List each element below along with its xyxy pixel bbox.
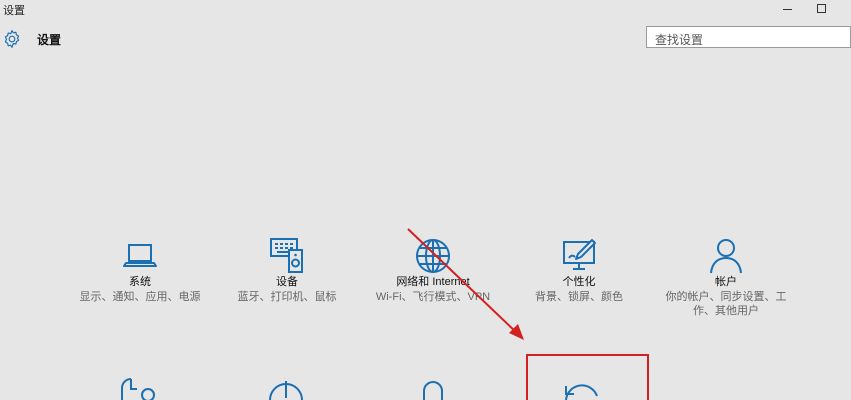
search-input[interactable]: 查找设置 [646,26,851,48]
minimize-icon[interactable] [772,0,802,18]
window-title: 设置 [3,5,25,17]
lower-row [121,378,598,400]
tile-personalization[interactable]: 个性化 背景、锁屏、颜色 [514,236,644,304]
tile-system[interactable]: 系统 显示、通知、应用、电源 [75,236,205,304]
page-title: 设置 [37,33,62,47]
tile-devices-desc: 蓝牙、打印机、鼠标 [237,291,337,303]
time-language-icon[interactable] [121,378,155,400]
title-bar: 设置 [0,0,851,18]
maximize-icon[interactable] [806,0,836,18]
tile-network-desc: Wi-Fi、飞行模式、VPN [375,291,491,303]
tile-devices-label: 设备 [276,276,298,288]
tile-accounts-label: 帐户 [715,276,737,288]
laptop-icon [123,244,157,267]
personalization-icon [563,239,596,270]
tile-personalization-desc: 背景、锁屏、颜色 [535,291,623,303]
tile-network-label: 网络和 Internet [396,276,470,288]
tile-system-desc: 显示、通知、应用、电源 [79,291,201,303]
tile-devices[interactable]: 设备 蓝牙、打印机、鼠标 [222,236,352,304]
annotation-highlight-box [526,354,649,400]
tile-accounts[interactable]: 帐户 你的帐户、同步设置、工作、其他用户 [661,236,791,318]
ease-of-access-icon[interactable] [269,381,303,400]
gear-icon [4,30,20,48]
annotation-arrowhead [509,324,524,340]
tile-accounts-desc: 你的帐户、同步设置、工作、其他用户 [665,291,787,317]
update-security-icon[interactable] [565,384,598,400]
globe-icon [416,239,450,273]
annotation-layer [407,228,649,400]
tile-network[interactable]: 网络和 Internet Wi-Fi、飞行模式、VPN [368,236,498,304]
tile-personalization-label: 个性化 [562,276,596,288]
tile-system-label: 系统 [129,276,151,288]
devices-icon [270,238,303,273]
person-icon [710,239,742,274]
privacy-lock-icon[interactable] [423,381,443,400]
